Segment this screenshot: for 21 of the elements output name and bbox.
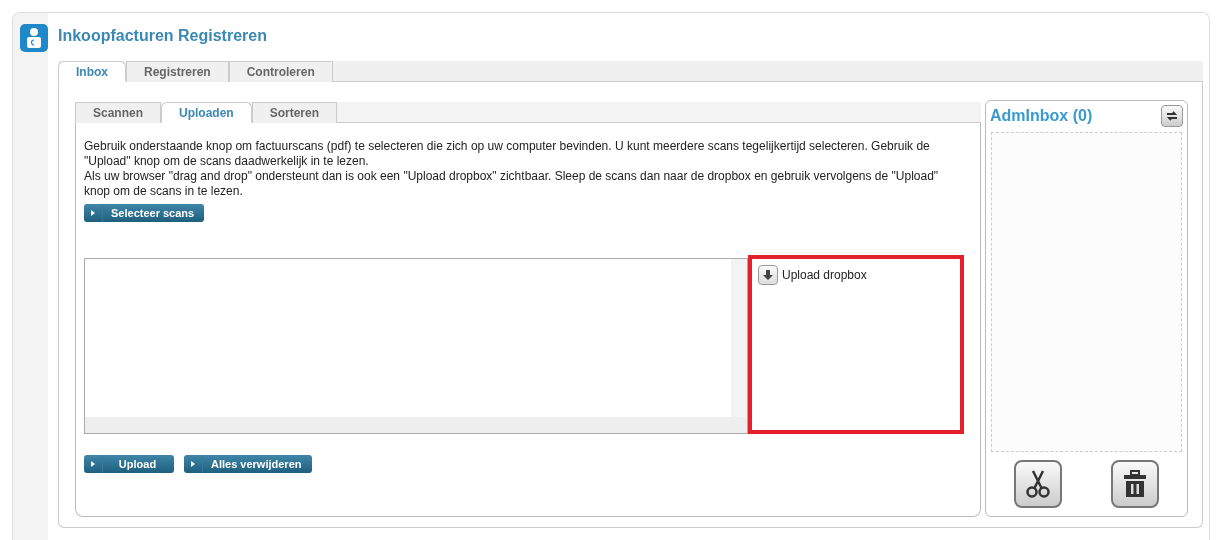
delete-all-button[interactable]: Alles verwijderen bbox=[184, 455, 312, 473]
tab[interactable]: Scannen bbox=[75, 102, 161, 123]
trash-icon bbox=[1122, 470, 1147, 498]
refresh-button[interactable] bbox=[1161, 105, 1183, 127]
refresh-icon bbox=[1165, 109, 1179, 123]
instruction-text: Gebruik onderstaande knop om factuurscans (pdf) te selecteren die zich op uw computer bevinden. U kunt meerdere scans tegelijkertijd selecteren. Gebruik de "Upload" knop om de scans daadwerkelijk in te lezen. bbox=[84, 139, 931, 169]
tab[interactable]: Sorteren bbox=[251, 102, 338, 123]
cut-button[interactable] bbox=[1014, 460, 1063, 508]
delete-button[interactable] bbox=[1110, 460, 1159, 508]
instruction-text: Als uw browser "drag and drop" ondersteunt dan is ook een "Upload dropbox" zichtbaar. Sleep de scans dan naar de dropbox en gebruik vervolgens de "Upload" knop om de scans in te lezen. bbox=[84, 169, 940, 199]
tab[interactable]: Inbox bbox=[58, 61, 126, 82]
page-title: Inkoopfacturen Registreren bbox=[58, 27, 268, 46]
select-scans-button[interactable]: Selecteer scans bbox=[84, 204, 205, 222]
tab[interactable]: Controleren bbox=[228, 61, 333, 82]
upload-button[interactable]: Upload bbox=[84, 455, 174, 473]
tab[interactable]: Registreren bbox=[126, 61, 229, 82]
tab[interactable]: Uploaden bbox=[161, 102, 252, 123]
upload-dropbox[interactable]: Upload dropbox bbox=[747, 255, 964, 434]
scissors-icon bbox=[1025, 469, 1052, 499]
dropbox-label: Upload dropbox bbox=[781, 267, 867, 284]
admin-inbox-title: AdmInbox (0) bbox=[990, 107, 1093, 125]
